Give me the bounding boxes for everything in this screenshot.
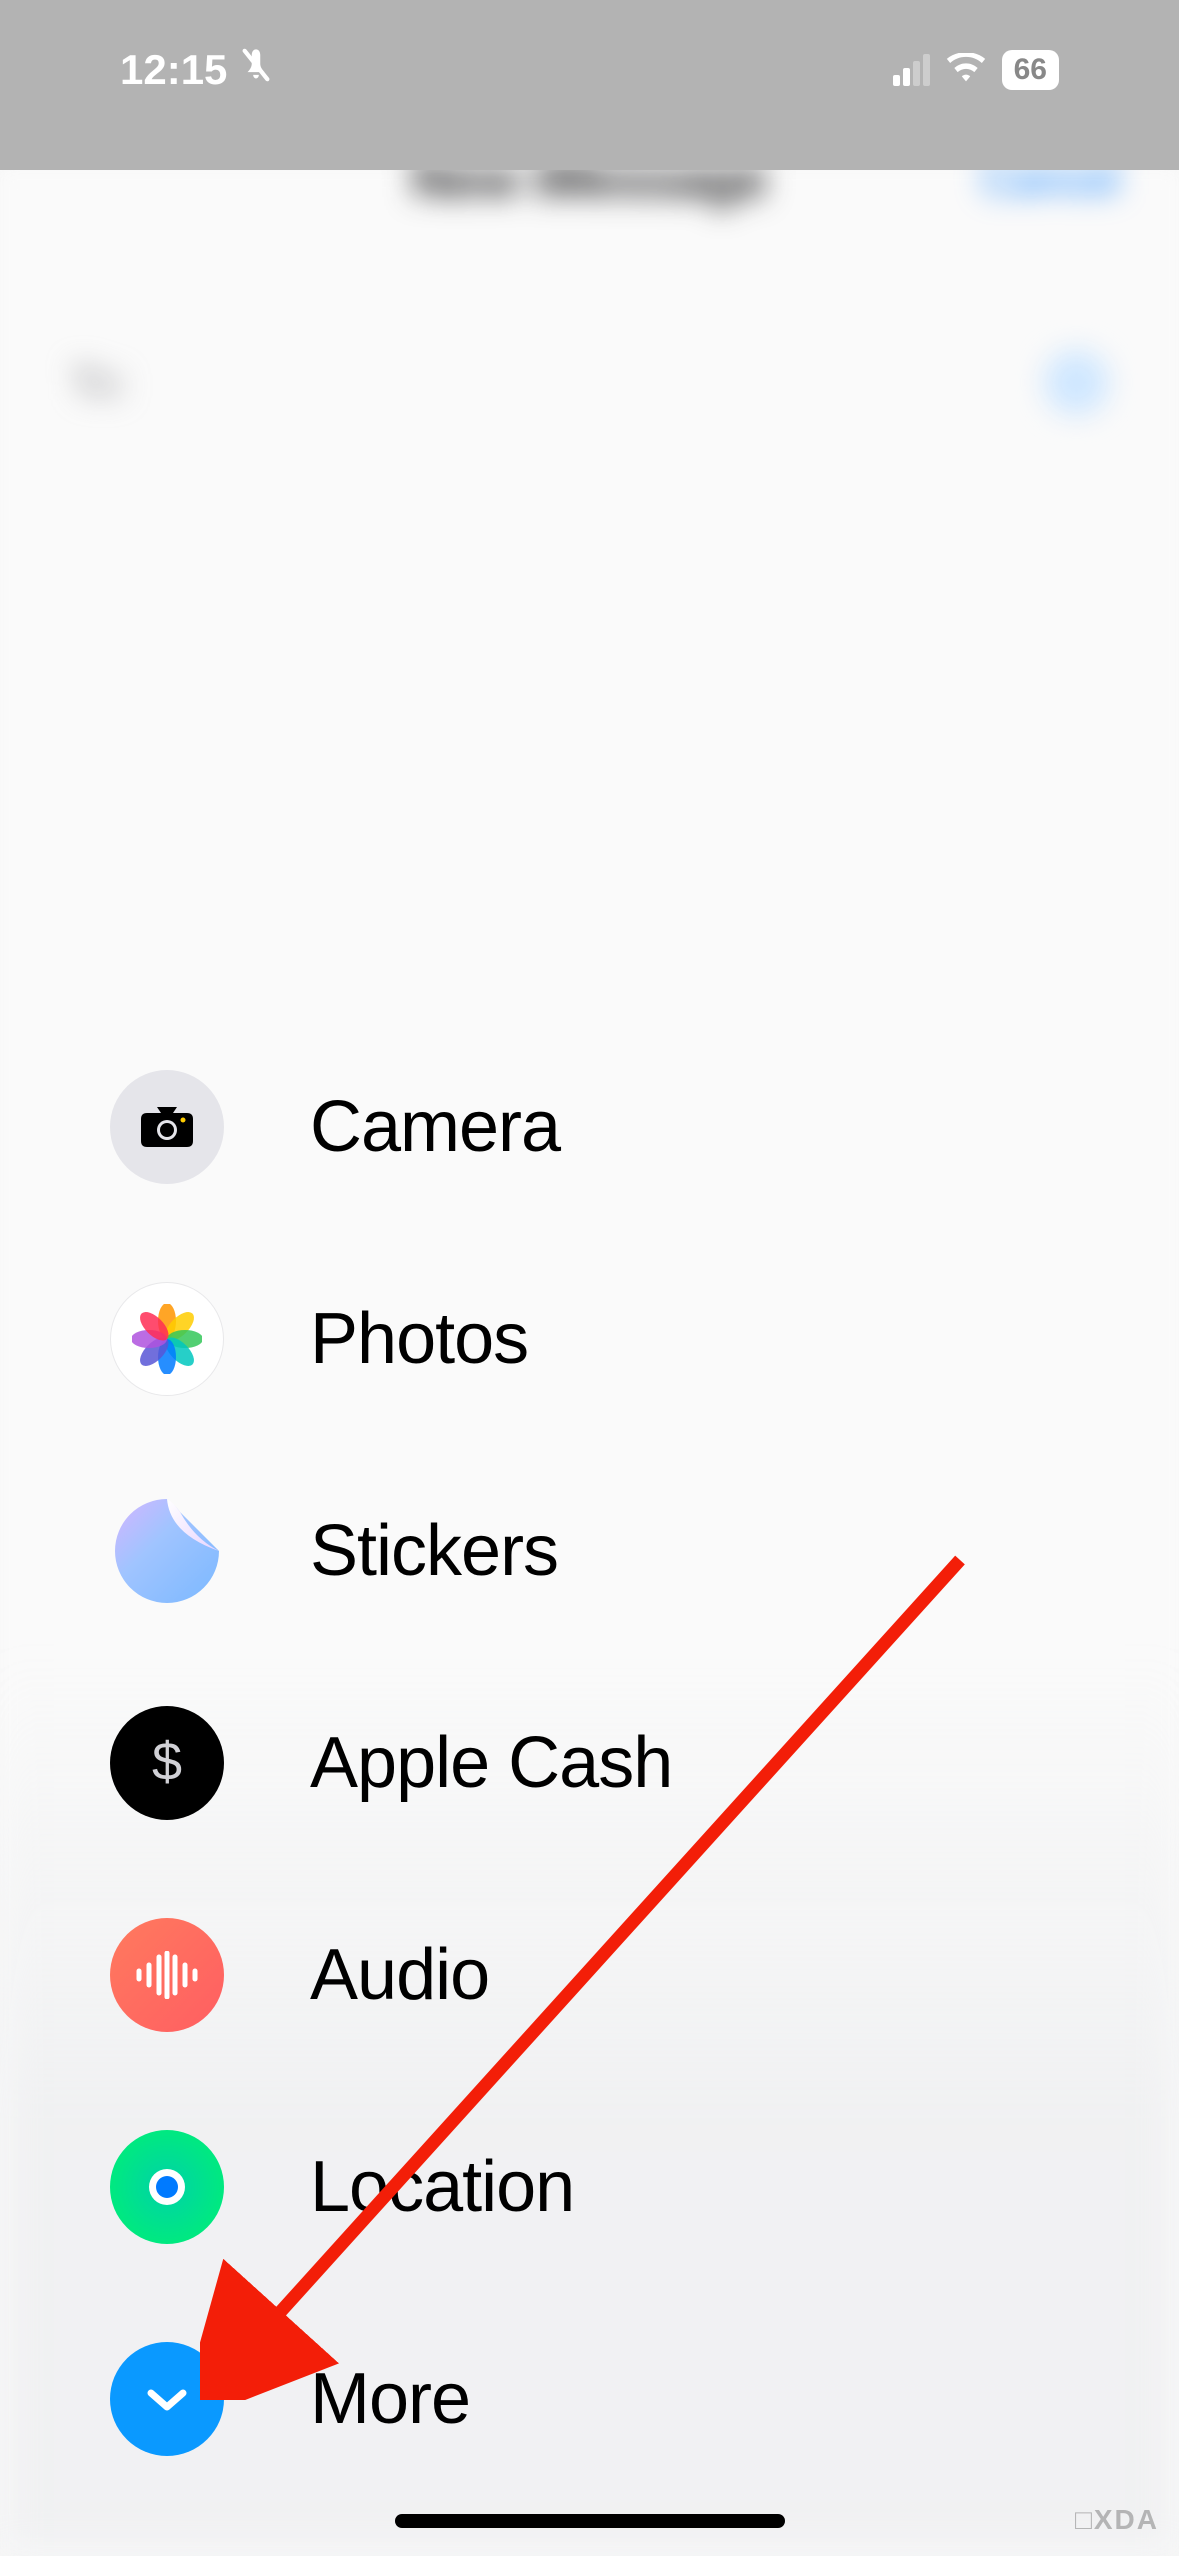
location-label: Location — [310, 2146, 574, 2228]
bg-to-label: To: — [70, 358, 129, 408]
stickers-icon — [110, 1494, 224, 1608]
status-time: 12:15 — [120, 46, 227, 94]
cellular-signal-icon — [893, 54, 930, 86]
svg-text:$: $ — [152, 1732, 182, 1792]
status-right: 66 — [893, 50, 1059, 90]
camera-icon — [110, 1070, 224, 1184]
photos-option[interactable]: Photos — [110, 1282, 672, 1396]
watermark: □XDA — [1075, 2504, 1159, 2536]
bg-to-row: To: — [0, 350, 1179, 415]
more-label: More — [310, 2358, 470, 2440]
apple-cash-icon: $ — [110, 1706, 224, 1820]
wifi-icon — [946, 53, 986, 88]
status-left: 12:15 — [120, 46, 273, 94]
bg-add-contact-icon — [1044, 350, 1109, 415]
stickers-option[interactable]: Stickers — [110, 1494, 672, 1608]
photos-icon — [110, 1282, 224, 1396]
stickers-label: Stickers — [310, 1510, 558, 1592]
more-option[interactable]: More — [110, 2342, 672, 2456]
app-drawer-menu: Camera Photos — [110, 1070, 672, 2456]
camera-option[interactable]: Camera — [110, 1070, 672, 1184]
camera-label: Camera — [310, 1086, 560, 1168]
audio-label: Audio — [310, 1934, 489, 2016]
apple-cash-label: Apple Cash — [310, 1722, 672, 1804]
photos-label: Photos — [310, 1298, 528, 1380]
home-indicator[interactable] — [395, 2514, 785, 2528]
audio-icon — [110, 1918, 224, 2032]
location-option[interactable]: Location — [110, 2130, 672, 2244]
location-icon — [110, 2130, 224, 2244]
silent-mode-icon — [239, 46, 273, 94]
battery-indicator: 66 — [1002, 50, 1059, 90]
status-bar: 12:15 66 — [0, 0, 1179, 170]
more-icon — [110, 2342, 224, 2456]
apple-cash-option[interactable]: $ Apple Cash — [110, 1706, 672, 1820]
audio-option[interactable]: Audio — [110, 1918, 672, 2032]
